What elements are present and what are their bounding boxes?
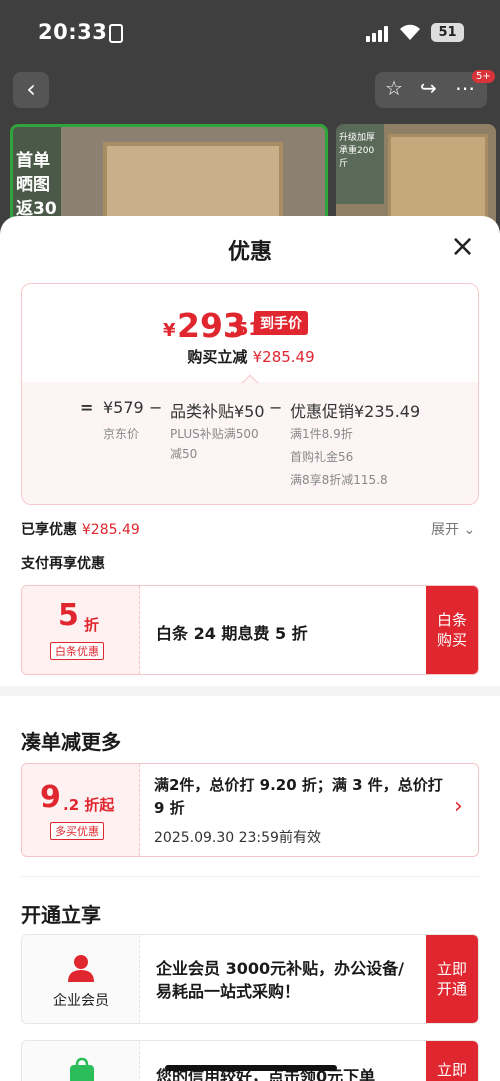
offer-badge [22,1041,140,1081]
product-topbar: ‹ ☆ ↪ ⋯ 5+ [0,66,500,116]
reduction-label: 购买立减 [187,348,248,366]
person-icon [68,955,94,982]
enjoyed-discount: 已享优惠 ¥285.49 [21,519,140,539]
bundle-section-title: 凑单减更多 [21,730,121,754]
price-breakdown: ¥ 293 .51 到手价 购买立减 ¥285.49 = ¥579 − 品类补贴… [21,283,479,505]
toolbar-actions: ☆ ↪ ⋯ [375,72,487,108]
status-bar: 20:33 51 [0,0,500,66]
cellular-signal-icon [366,26,388,42]
promo-discount: 优惠促销¥235.49 [290,402,421,421]
enterprise-offer-card: 企业会员 企业会员 3000元补贴，办公设备/易耗品一站式采购！ 立即开通 [21,934,479,1024]
credit-offer-card: 您的信用较好，点击领0元下单 立即 [21,1040,479,1081]
discount-unit: .2 折起 [63,796,115,814]
promo-note: 首购礼金56 [290,450,354,464]
sheet-title: 优惠 [227,240,272,265]
offer-badge: 企业会员 [22,935,140,1023]
expand-button[interactable]: 展开 ⌄ [431,519,475,539]
member-type-label: 企业会员 [53,993,109,1009]
favorite-star-icon[interactable]: ☆ [385,76,403,100]
notification-badge: 5+ [472,70,495,83]
discount-unit: 折 [84,616,100,634]
baitiao-offer-card: 5 折 白条优惠 白条 24 期息费 5 折 白条购买 [21,585,479,675]
promo-note: 满8享8折减115.8 [290,473,388,487]
plus-subsidy-note: PLUS补贴满500减50 [170,427,259,461]
open-section-title: 开通立享 [21,903,101,927]
minus-sign: − [149,398,163,417]
bundle-offer-card[interactable]: 9 .2 折起 多买优惠 满2件，总价打 9.20 折；满 3 件，总价打 9 … [21,763,479,857]
home-indicator [165,1065,337,1071]
final-price-tag: 到手价 [254,311,308,335]
offer-description: 满2件，总价打 9.20 折；满 3 件，总价打 9 折 [154,776,443,817]
breakdown-pointer [241,374,259,392]
discount-number: 5 [58,598,79,633]
category-subsidy: 品类补贴¥50 [170,402,265,421]
offer-badge: 5 折 白条优惠 [22,586,140,674]
section-divider [0,686,500,696]
section-divider [21,876,479,877]
reduction-value: ¥285.49 [252,348,315,366]
jd-price-label: 京东价 [103,427,140,441]
offer-tag: 白条优惠 [50,642,104,660]
minus-sign: − [269,398,283,417]
offer-description: 企业会员 3000元补贴，办公设备/易耗品一站式采购！ [156,959,404,1001]
credit-button[interactable]: 立即 [426,1041,478,1081]
shopping-bag-icon [70,1057,94,1081]
pay-more-title: 支付再享优惠 [21,556,105,572]
wifi-icon [399,23,421,46]
currency-symbol: ¥ [163,320,176,341]
discount-number: 9 [40,780,61,815]
clock: 20:33 [38,20,108,44]
battery-icon: 51 [431,23,464,42]
promo-note: 满1件8.9折 [290,427,353,441]
offer-validity: 2025.09.30 23:59前有效 [154,830,321,846]
offer-badge: 9 .2 折起 多买优惠 [22,764,140,856]
enjoyed-value: ¥285.49 [81,522,140,538]
product-gallery: 首单晒图返30 升级加厚 承重200斤 [0,116,500,234]
jd-price: ¥579 [103,398,144,417]
enjoyed-label: 已享优惠 [21,522,77,538]
discount-sheet: 优惠 × ¥ 293 .51 到手价 购买立减 ¥285.49 = ¥579 −… [0,216,500,1081]
orientation-lock-icon [109,24,123,43]
share-icon[interactable]: ↪ [420,76,437,100]
back-button[interactable]: ‹ [13,72,49,108]
close-icon[interactable]: × [450,232,475,262]
chevron-right-icon: › [454,794,463,819]
offer-description: 白条 24 期息费 5 折 [156,624,308,643]
equals-sign: = [80,398,94,417]
enterprise-open-button[interactable]: 立即开通 [426,935,478,1023]
offer-tag: 多买优惠 [50,822,104,840]
promo-tag: 升级加厚 承重200斤 [336,124,384,204]
baitiao-buy-button[interactable]: 白条购买 [426,586,478,674]
instant-reduction: 购买立减 ¥285.49 [22,346,480,367]
